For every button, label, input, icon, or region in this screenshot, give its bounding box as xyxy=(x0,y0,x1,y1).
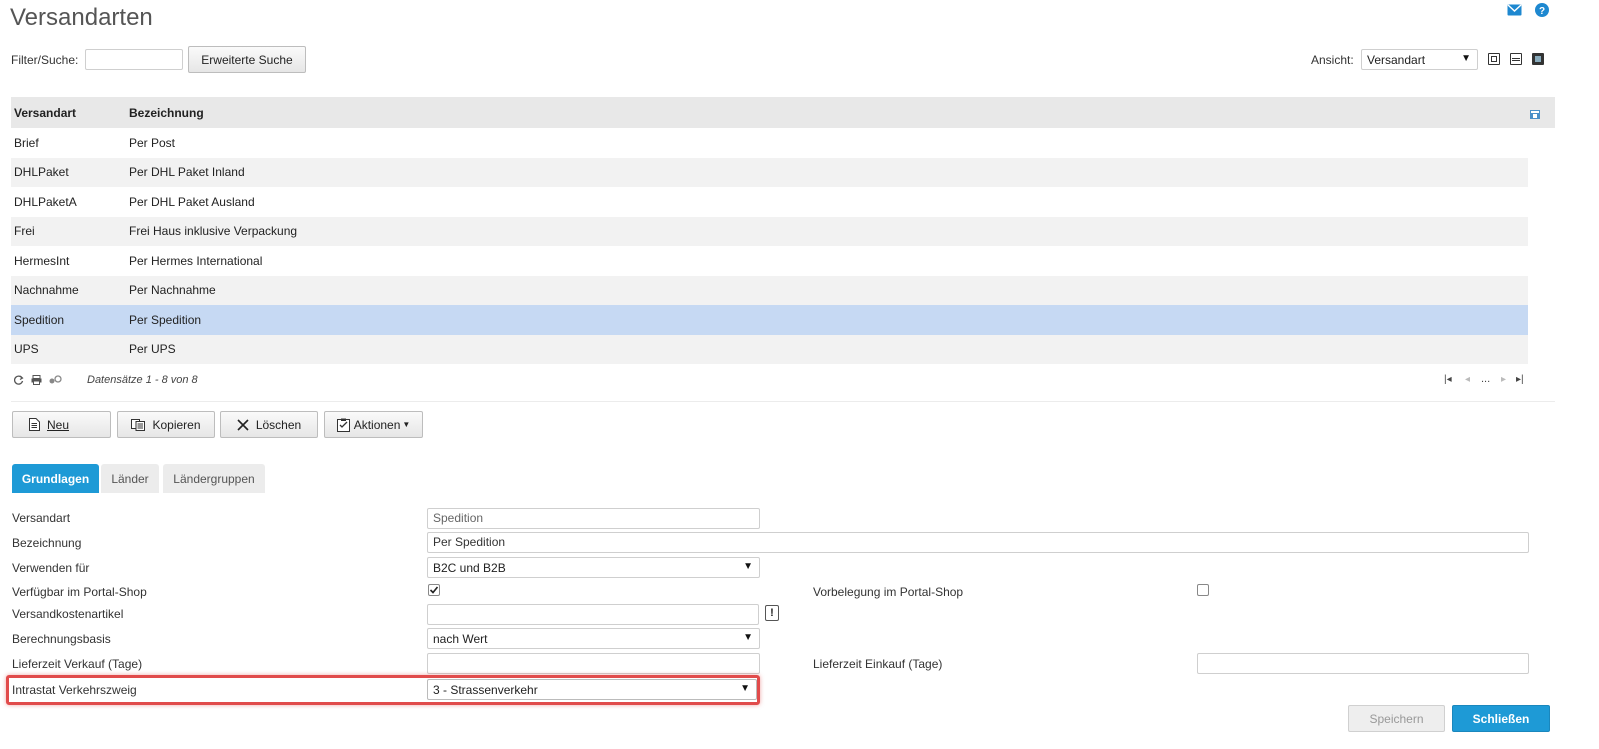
tab-laender[interactable]: Länder xyxy=(101,464,159,493)
record-info: Datensätze 1 - 8 von 8 xyxy=(87,374,198,386)
verwenden-select-value: B2C und B2B xyxy=(433,561,506,575)
print-icon[interactable] xyxy=(31,375,42,388)
tab-laendergruppen[interactable]: Ländergruppen xyxy=(163,464,265,493)
table-row[interactable]: HermesInt Per Hermes International xyxy=(11,246,1528,276)
refresh-icon[interactable] xyxy=(14,375,24,388)
view-label: Ansicht: xyxy=(1311,53,1354,67)
cell-bezeichnung: Per Nachnahme xyxy=(129,283,216,298)
view-split-icon[interactable] xyxy=(1510,53,1522,65)
actions-button-label: Aktionen xyxy=(353,417,401,432)
view-select[interactable]: Versandart ▼ xyxy=(1361,49,1478,70)
kostenartikel-label: Versandkostenartikel xyxy=(12,607,124,621)
bezeichnung-field[interactable]: Per Spedition xyxy=(427,532,1529,553)
cell-versandart: Frei xyxy=(14,224,35,239)
save-button[interactable]: Speichern xyxy=(1348,705,1445,732)
filter-label: Filter/Suche: xyxy=(11,53,79,67)
berechnung-label: Berechnungsbasis xyxy=(12,632,111,646)
mail-icon[interactable] xyxy=(1507,4,1522,19)
close-button[interactable]: Schließen xyxy=(1452,705,1550,732)
first-page-icon[interactable]: |◂ xyxy=(1444,374,1452,385)
close-button-label: Schließen xyxy=(1472,711,1530,726)
lieferzeit-einkauf-field[interactable] xyxy=(1197,653,1529,674)
save-button-label: Speichern xyxy=(1369,711,1424,726)
view-full-icon[interactable] xyxy=(1532,53,1544,65)
svg-text:?: ? xyxy=(1539,6,1545,17)
table-row[interactable]: UPS Per UPS xyxy=(11,334,1528,364)
portal-checkbox[interactable] xyxy=(428,584,440,596)
cell-versandart: Spedition xyxy=(14,312,65,327)
new-document-icon xyxy=(29,418,40,431)
bezeichnung-label: Bezeichnung xyxy=(12,536,82,550)
table-row[interactable]: DHLPaket Per DHL Paket Inland xyxy=(11,157,1528,187)
prev-page-icon[interactable]: ◂ xyxy=(1465,374,1470,385)
advanced-search-button[interactable]: Erweiterte Suche xyxy=(188,46,306,73)
table-footer: Datensätze 1 - 8 von 8 |◂ ◂ ... ▸ ▸| xyxy=(11,370,1555,392)
view-select-value: Versandart xyxy=(1367,53,1426,67)
exclamation-icon[interactable]: ! xyxy=(765,605,779,621)
new-button[interactable]: Neu xyxy=(12,411,111,438)
copy-button[interactable]: Kopieren xyxy=(117,411,215,438)
cell-versandart: UPS xyxy=(14,342,39,357)
view-single-icon[interactable] xyxy=(1488,53,1500,65)
highlight-frame xyxy=(6,675,760,705)
cell-bezeichnung: Frei Haus inklusive Verpackung xyxy=(129,224,298,239)
versandart-field: Spedition xyxy=(427,508,760,529)
chevron-down-icon: ▼ xyxy=(743,561,753,572)
table-row[interactable]: DHLPaketA Per DHL Paket Ausland xyxy=(11,187,1528,217)
actions-button[interactable]: Aktionen ▼ xyxy=(324,411,423,438)
vorbelegung-label: Vorbelegung im Portal-Shop xyxy=(813,585,964,599)
verwenden-label: Verwenden für xyxy=(12,561,90,575)
delete-button[interactable]: Löschen xyxy=(220,411,318,438)
new-button-label: Neu xyxy=(47,417,70,432)
table-row[interactable]: Brief Per Post xyxy=(11,128,1528,158)
cell-bezeichnung: Per Hermes International xyxy=(129,253,263,268)
cell-versandart: DHLPaketA xyxy=(14,194,77,209)
verwenden-select[interactable]: B2C und B2B ▼ xyxy=(427,557,760,578)
copy-button-label: Kopieren xyxy=(152,417,201,432)
cell-bezeichnung: Per Spedition xyxy=(129,312,202,327)
berechnung-select-value: nach Wert xyxy=(433,632,488,646)
page-title: Versandarten xyxy=(10,4,153,31)
copy-icon xyxy=(131,418,146,431)
cell-versandart: Nachnahme xyxy=(14,283,79,298)
column-header-versandart[interactable]: Versandart xyxy=(11,106,129,120)
last-page-icon[interactable]: ▸| xyxy=(1516,374,1524,385)
advanced-search-label: Erweiterte Suche xyxy=(201,52,293,67)
filter-search-input[interactable] xyxy=(85,49,183,70)
chevron-down-icon: ▼ xyxy=(1461,53,1471,64)
tab-grundlagen[interactable]: Grundlagen xyxy=(12,464,99,493)
chevron-down-icon: ▼ xyxy=(402,420,411,429)
cell-bezeichnung: Per DHL Paket Inland xyxy=(129,165,245,180)
table-row-selected[interactable]: Spedition Per Spedition xyxy=(11,305,1528,335)
kostenartikel-field[interactable] xyxy=(427,604,759,625)
lieferzeit-verkauf-label: Lieferzeit Verkauf (Tage) xyxy=(12,657,143,671)
lieferzeit-einkauf-label: Lieferzeit Einkauf (Tage) xyxy=(813,657,943,671)
shipping-methods-table: Versandart Bezeichnung Brief Per Post DHL… xyxy=(11,97,1555,364)
lieferzeit-verkauf-field[interactable] xyxy=(427,653,760,674)
table-header: Versandart Bezeichnung xyxy=(11,97,1555,128)
berechnung-select[interactable]: nach Wert ▼ xyxy=(427,628,760,649)
cell-bezeichnung: Per UPS xyxy=(129,342,176,357)
cell-versandart: HermesInt xyxy=(14,253,70,268)
vorbelegung-checkbox[interactable] xyxy=(1197,584,1209,596)
chevron-down-icon: ▼ xyxy=(743,632,753,643)
next-page-icon[interactable]: ▸ xyxy=(1501,374,1506,385)
pager-ellipsis: ... xyxy=(1481,373,1491,385)
versandart-label: Versandart xyxy=(12,511,71,525)
cell-versandart: Brief xyxy=(14,135,39,150)
cell-bezeichnung: Per Post xyxy=(129,135,176,150)
clipboard-check-icon xyxy=(336,418,350,432)
table-row[interactable]: Frei Frei Haus inklusive Verpackung xyxy=(11,216,1528,246)
settings-icon[interactable] xyxy=(48,375,62,388)
section-divider xyxy=(11,401,1555,402)
portal-label: Verfügbar im Portal-Shop xyxy=(12,585,147,599)
table-row[interactable]: Nachnahme Per Nachnahme xyxy=(11,275,1528,305)
delete-button-label: Löschen xyxy=(255,417,302,432)
column-chooser-icon[interactable] xyxy=(1530,108,1540,122)
help-icon[interactable]: ? xyxy=(1535,3,1549,20)
close-icon xyxy=(237,418,249,431)
cell-versandart: DHLPaket xyxy=(14,165,69,180)
column-header-bezeichnung[interactable]: Bezeichnung xyxy=(129,106,1555,120)
cell-bezeichnung: Per DHL Paket Ausland xyxy=(129,194,255,209)
